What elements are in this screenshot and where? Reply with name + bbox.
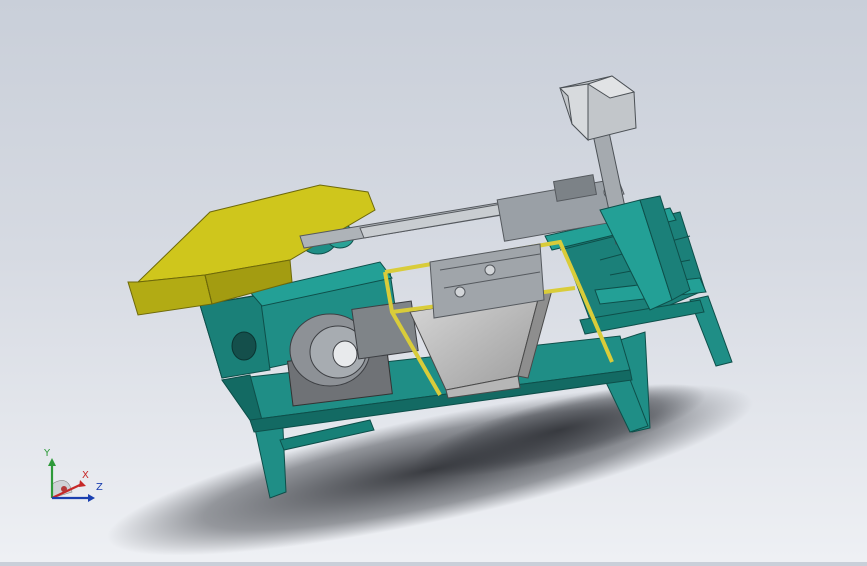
triad-origin [61,486,67,492]
cad-3d-viewport[interactable]: Y X Z [0,0,867,562]
x-axis-arrowhead [79,480,86,487]
z-axis-arrowhead [88,494,95,502]
z-axis-label: Z [96,482,103,493]
machine-model[interactable] [0,0,867,562]
y-axis-arrowhead [48,458,56,466]
x-axis-label: X [82,470,89,481]
y-axis-label: Y [43,448,51,459]
axis-triad: Y X Z [38,440,108,510]
